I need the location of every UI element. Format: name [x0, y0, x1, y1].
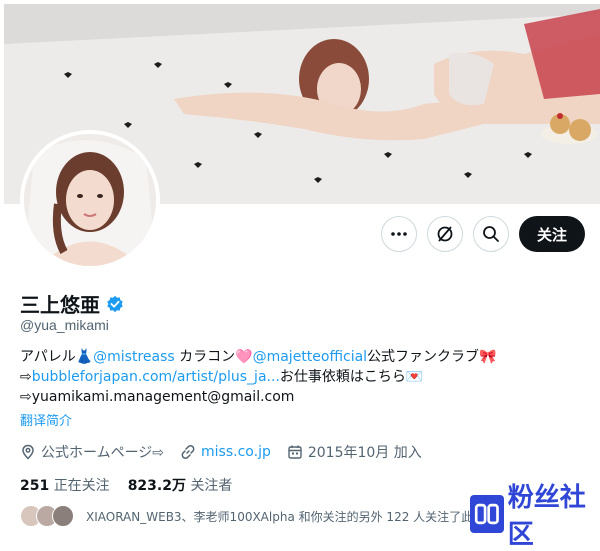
more-button[interactable] [380, 216, 417, 252]
location-pin-icon [22, 444, 34, 460]
followers-label: 关注者 [190, 478, 233, 494]
handle: @yua_mikami [20, 317, 109, 333]
search-icon [483, 226, 499, 242]
bio-text: お仕事依頼はこちら💌 [279, 369, 424, 385]
profile-meta: 公式ホームページ⇨ miss.co.jp 2015年10月 加入 [20, 442, 422, 462]
follow-button[interactable]: 关注 [518, 216, 585, 252]
bio-text: アパレル👗 [20, 349, 94, 365]
translate-bio-link[interactable]: 翻译简介 [20, 410, 72, 429]
grok-button[interactable] [426, 216, 463, 252]
follow-stats: 251 正在关注 823.2万 关注者 [20, 475, 232, 495]
search-button[interactable] [472, 216, 509, 252]
location-item: 公式ホームページ⇨ [20, 442, 164, 462]
mention-link-mistreass[interactable]: @mistreass [93, 349, 175, 365]
known-followers-text: XIAORAN_WEB3、李老师100XAlpha 和你关注的另外 122 人关… [86, 509, 474, 524]
bio-text: ⇨ [20, 369, 32, 385]
following-count: 251 [20, 478, 50, 494]
known-followers[interactable]: XIAORAN_WEB3、李老师100XAlpha 和你关注的另外 122 人关… [20, 505, 473, 527]
avatar-image [24, 134, 156, 266]
joined-date: 2015年10月 加入 [307, 445, 422, 461]
bio-url-link[interactable]: bubbleforjapan.com/artist/plus_ja... [32, 369, 280, 385]
website-item: miss.co.jp [180, 444, 271, 460]
bio-text: カラコン🩷 [174, 349, 253, 365]
watermark-text: 粉丝社区 [507, 483, 586, 550]
bio: アパレル👗@mistreass カラコン🩷@majetteofficial公式フ… [20, 347, 580, 407]
followers-count: 823.2万 [127, 478, 186, 494]
bio-line-2: ⇨bubbleforjapan.com/artist/plus_ja...お仕事… [20, 367, 580, 387]
website-link[interactable]: miss.co.jp [201, 444, 271, 460]
watermark: 粉丝社区 [470, 483, 600, 550]
bio-line-3: ⇨yuamikami.management@gmail.com [20, 389, 295, 405]
grok-icon [437, 226, 453, 242]
avatar[interactable] [20, 130, 160, 270]
display-name: 三上悠亜 [20, 293, 100, 317]
known-followers-avatars [20, 505, 74, 527]
name-row: 三上悠亜 [20, 289, 124, 318]
location-text: 公式ホームページ⇨ [41, 445, 165, 461]
profile-actions: 关注 [380, 216, 585, 252]
bio-line-1: アパレル👗@mistreass カラコン🩷@majetteofficial公式フ… [20, 347, 580, 367]
joined-item: 2015年10月 加入 [287, 442, 422, 462]
bio-text: 公式ファンクラブ🎀 [367, 349, 497, 365]
following-stat[interactable]: 251 正在关注 [20, 475, 110, 495]
mention-link-majette[interactable]: @majetteofficial [253, 349, 367, 365]
following-label: 正在关注 [53, 478, 110, 494]
avatar [52, 505, 74, 527]
more-horizontal-icon [391, 232, 407, 236]
calendar-icon [288, 445, 302, 459]
watermark-logo-icon [470, 495, 504, 533]
verified-badge-icon[interactable] [106, 295, 124, 313]
link-icon [181, 445, 195, 459]
followers-stat[interactable]: 823.2万 关注者 [128, 475, 233, 495]
avatar-photo [24, 134, 156, 266]
